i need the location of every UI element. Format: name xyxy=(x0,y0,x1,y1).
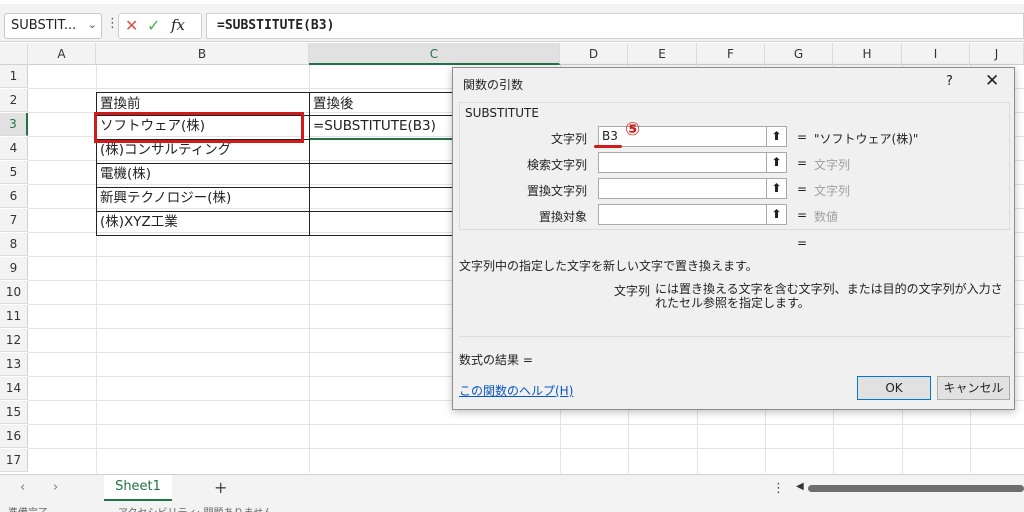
collapse-dialog-icon[interactable]: ⬆ xyxy=(766,179,786,198)
row-header[interactable]: 3 xyxy=(0,113,28,136)
status-text: 準備完了 xyxy=(8,504,48,512)
formula-result: 数式の結果 = xyxy=(459,353,533,367)
formula-bar: SUBSTIT... ⌄ ⋮ ✕ ✓ fx =SUBSTITUTE(B3) xyxy=(0,4,1024,42)
cell-b5[interactable]: 電機(株) xyxy=(96,163,310,188)
column-header-d[interactable]: D xyxy=(560,43,628,65)
grid-line xyxy=(28,424,1024,425)
arg-equals: = xyxy=(797,182,808,196)
arg-label-replace: 置換文字列 xyxy=(526,184,587,198)
cell-b6[interactable]: 新興テクノロジー(株) xyxy=(96,187,310,212)
argument-help-text: には置き換える文字を含む文字列、または目的の文字列が入力されたセル参照を指定しま… xyxy=(655,282,1003,310)
ok-button[interactable]: OK xyxy=(857,376,931,400)
column-header-h[interactable]: H xyxy=(833,43,902,65)
scroll-left-icon[interactable]: ◀ xyxy=(796,481,804,492)
column-header-a[interactable]: A xyxy=(28,43,96,65)
accessibility-status: アクセシビリティ: 問題ありません xyxy=(118,504,273,512)
function-help-link[interactable]: この関数のヘルプ(H) xyxy=(459,382,573,399)
arg-label-search: 検索文字列 xyxy=(526,158,587,172)
arg-result: 文字列 xyxy=(814,158,851,172)
sheet-tab-sheet1[interactable]: Sheet1 xyxy=(104,475,172,501)
row-header[interactable]: 12 xyxy=(0,329,28,352)
cell-c6[interactable] xyxy=(309,187,459,212)
function-name: SUBSTITUTE xyxy=(465,106,539,120)
cell-c5[interactable] xyxy=(309,163,459,188)
chevron-down-icon[interactable]: ⌄ xyxy=(88,18,97,31)
row-header[interactable]: 15 xyxy=(0,401,28,424)
row-header[interactable]: 13 xyxy=(0,353,28,376)
select-all-corner[interactable] xyxy=(0,43,28,65)
sheet-tabs-bar: ‹ › Sheet1 + ⋮ ◀ xyxy=(0,474,1024,502)
row-header[interactable]: 6 xyxy=(0,185,28,208)
column-header-b[interactable]: B xyxy=(96,43,309,65)
row-header[interactable]: 11 xyxy=(0,305,28,328)
cell-c3[interactable]: =SUBSTITUTE(B3) xyxy=(309,115,459,140)
arg-input-instance[interactable] xyxy=(598,204,787,225)
function-description: 文字列中の指定した文字を新しい文字で置き換えます。 xyxy=(459,259,758,273)
row-header[interactable]: 5 xyxy=(0,161,28,184)
arg-label-instance: 置換対象 xyxy=(538,210,587,224)
status-bar: 準備完了 アクセシビリティ: 問題ありません xyxy=(0,502,1024,512)
row-header[interactable]: 7 xyxy=(0,209,28,232)
arg-equals: = xyxy=(797,130,808,144)
arg-equals: = xyxy=(797,208,808,222)
row-header[interactable]: 14 xyxy=(0,377,28,400)
arg-input-search[interactable] xyxy=(598,152,787,173)
b3-highlight-box xyxy=(94,112,304,143)
divider xyxy=(459,336,1010,337)
row-header[interactable]: 8 xyxy=(0,233,28,256)
column-header-i[interactable]: I xyxy=(902,43,970,65)
step-number-marker: ⑤ xyxy=(625,119,641,140)
row-header[interactable]: 17 xyxy=(0,449,28,472)
help-icon[interactable]: ? xyxy=(946,74,953,89)
row-header[interactable]: 2 xyxy=(0,89,28,112)
collapse-dialog-icon[interactable]: ⬆ xyxy=(766,205,786,224)
add-sheet-icon[interactable]: + xyxy=(214,478,227,497)
next-sheet-icon[interactable]: › xyxy=(53,480,58,495)
column-header-g[interactable]: G xyxy=(765,43,833,65)
column-header-j[interactable]: J xyxy=(970,43,1024,65)
collapse-dialog-icon[interactable]: ⬆ xyxy=(766,127,786,146)
arg-result: 文字列 xyxy=(814,184,851,198)
collapse-dialog-icon[interactable]: ⬆ xyxy=(766,153,786,172)
grid-line xyxy=(28,448,1024,449)
cell-c7[interactable] xyxy=(309,211,459,236)
formula-input[interactable]: =SUBSTITUTE(B3) xyxy=(206,13,1024,39)
arg-label-text: 文字列 xyxy=(550,132,587,146)
close-icon[interactable]: ✕ xyxy=(985,71,999,91)
arg-result: 数値 xyxy=(814,210,839,224)
cell-b7[interactable]: (株)XYZ工業 xyxy=(96,211,310,236)
cell-c4[interactable] xyxy=(309,139,459,164)
row-header[interactable]: 4 xyxy=(0,137,28,160)
scrollbar-thumb[interactable] xyxy=(808,485,1024,492)
name-box-value: SUBSTIT... xyxy=(11,18,77,33)
arg-result: "ソフトウェア(株)" xyxy=(814,132,919,146)
name-box[interactable]: SUBSTIT... ⌄ xyxy=(4,13,102,39)
insert-function-icon[interactable]: fx xyxy=(171,16,185,34)
previous-sheet-icon[interactable]: ‹ xyxy=(20,480,25,495)
argument-help-name: 文字列 xyxy=(614,284,651,298)
column-header-e[interactable]: E xyxy=(628,43,697,65)
more-options-icon[interactable]: ⋮ xyxy=(772,481,785,496)
column-header-f[interactable]: F xyxy=(697,43,765,65)
row-header[interactable]: 9 xyxy=(0,257,28,280)
cancel-entry-icon[interactable]: ✕ xyxy=(125,16,138,35)
row-header[interactable]: 1 xyxy=(0,65,28,88)
arg-input-replace[interactable] xyxy=(598,178,787,199)
cell-c2[interactable]: 置換後 xyxy=(309,92,459,116)
horizontal-scrollbar[interactable]: ◀ xyxy=(796,481,1024,493)
function-arguments-dialog: 関数の引数 ? ✕ SUBSTITUTE 文字列 B3 ⬆ = "ソフトウェア(… xyxy=(452,67,1015,410)
dialog-title: 関数の引数 xyxy=(463,78,524,92)
cancel-button[interactable]: キャンセル xyxy=(937,376,1010,400)
enter-icon[interactable]: ✓ xyxy=(147,16,160,35)
total-equals: = xyxy=(797,236,808,250)
row-header[interactable]: 16 xyxy=(0,425,28,448)
column-headers: A B C D E F G H I J xyxy=(0,43,1024,65)
arg-input-value: B3 xyxy=(602,129,618,143)
row-header[interactable]: 10 xyxy=(0,281,28,304)
formula-actions: ✕ ✓ fx xyxy=(118,13,202,39)
step-underline xyxy=(594,145,622,148)
arg-equals: = xyxy=(797,156,808,170)
column-header-c[interactable]: C xyxy=(309,43,560,65)
